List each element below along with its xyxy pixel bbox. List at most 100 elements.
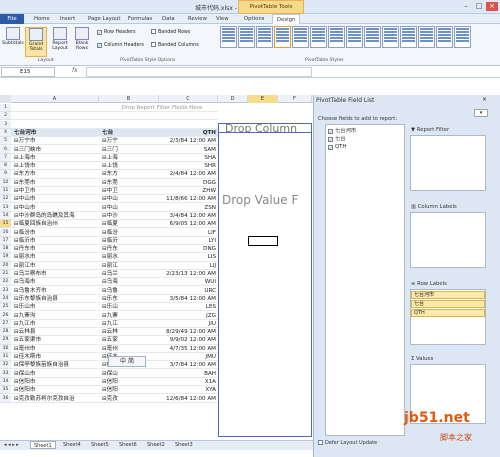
pivot-cell-b[interactable]: ⊟中山 xyxy=(99,195,159,204)
row-header[interactable]: 9 xyxy=(0,170,11,179)
row-header[interactable]: 17 xyxy=(0,236,11,245)
column-header-b[interactable]: B xyxy=(99,95,159,103)
pivot-cell-b[interactable]: ⊟丹东 xyxy=(99,245,159,254)
row-header[interactable]: 3 xyxy=(0,120,11,129)
report-layout-button[interactable]: Report Layout xyxy=(49,27,71,57)
pivot-cell-a[interactable]: ⊟中卫市 xyxy=(11,187,99,196)
tab-design[interactable]: Design xyxy=(272,14,301,24)
pivot-cell-b[interactable]: ⊟九江 xyxy=(99,320,159,328)
pivot-cell-c[interactable]: X1A xyxy=(159,378,218,387)
pivot-cell-a[interactable]: ⊟临沂市 xyxy=(11,237,99,245)
pivot-cell-b[interactable]: ⊟乐山 xyxy=(99,303,159,312)
tab-review[interactable]: Review xyxy=(188,14,207,24)
row-header[interactable]: 24 xyxy=(0,294,11,304)
row-header[interactable]: 4 xyxy=(0,128,11,138)
pivot-cell-b[interactable]: ⊟上海 xyxy=(99,154,159,162)
column-header-e[interactable]: E xyxy=(248,95,278,103)
pivot-cell-c[interactable]: 11/8/66 12:00 AM xyxy=(159,195,218,204)
pivot-cell-a[interactable]: ⊟丽江市 xyxy=(11,262,99,270)
row-header[interactable]: 30 xyxy=(0,344,11,353)
sheet-tab-sheet5[interactable]: Sheet5 xyxy=(88,441,112,449)
pivot-cell-b[interactable]: ⊟万宁 xyxy=(99,137,159,146)
pivot-cell-a[interactable]: ⊟九寨沟 xyxy=(11,312,99,320)
row-header[interactable]: 22 xyxy=(0,278,11,287)
sheet-tab-sheet4[interactable]: Sheet4 xyxy=(60,441,84,449)
pivot-cell-b[interactable]: ⊟信阳 xyxy=(99,378,159,387)
pivot-cell-c[interactable] xyxy=(159,112,218,121)
pivot-cell-c[interactable]: WUI xyxy=(159,278,218,287)
row-header[interactable]: 20 xyxy=(0,261,11,270)
sheet-tab-sheet2[interactable]: Sheet2 xyxy=(144,441,168,449)
row-header[interactable]: 35 xyxy=(0,386,11,395)
style-thumbnail[interactable] xyxy=(220,26,237,48)
pivot-cell-c[interactable]: DNG xyxy=(159,245,218,254)
row-field-chip[interactable]: QTH xyxy=(411,309,485,317)
row-header[interactable]: 26 xyxy=(0,311,11,320)
column-labels-area[interactable] xyxy=(410,212,486,268)
row-header[interactable]: 6 xyxy=(0,145,11,154)
row-header[interactable]: 2 xyxy=(0,112,11,121)
name-box[interactable]: E15 xyxy=(1,67,55,77)
pivot-cell-c[interactable]: JZG xyxy=(159,312,218,320)
pivot-cell-c[interactable]: LIJ xyxy=(159,262,218,270)
pivot-cell-c[interactable]: 3/4/84 12:00 AM xyxy=(159,212,218,221)
pivot-cell-c[interactable]: 8/29/49 12:00 AM xyxy=(159,328,218,337)
pivot-cell-b[interactable] xyxy=(99,121,159,129)
pivot-cell-a[interactable]: ⊟临汾市 xyxy=(11,229,99,237)
fx-icon[interactable]: fx xyxy=(72,67,78,74)
pivot-cell-c[interactable]: SHR xyxy=(159,162,218,171)
pivot-cell-c[interactable]: JIU xyxy=(159,320,218,328)
pivot-cell-c[interactable]: 9/9/02 12:00 AM xyxy=(159,336,218,345)
pivot-cell-b[interactable]: ⊟东方 xyxy=(99,170,159,179)
pivot-cell-a[interactable]: ⊟东莞市 xyxy=(11,179,99,187)
pivot-cell-b[interactable]: ⊟乐东 xyxy=(99,295,159,304)
row-header[interactable]: 10 xyxy=(0,178,11,187)
pivot-cell-c[interactable]: 2/3/84 12:00 AM xyxy=(159,137,218,146)
pivot-cell-a[interactable]: ⊟中沙群岛的岛礁及其海 xyxy=(11,212,99,221)
row-header[interactable]: 14 xyxy=(0,211,11,221)
pivot-cell-a[interactable]: ⊟万宁市 xyxy=(11,137,99,146)
pivot-cell-a[interactable]: ⊟亳州市 xyxy=(11,345,99,353)
sheet-tab-sheet6[interactable]: Sheet6 xyxy=(116,441,140,449)
pivot-cell-c[interactable]: LIS xyxy=(159,253,218,262)
defer-layout-update-checkbox[interactable]: Defer Layout Update xyxy=(318,440,377,446)
pivot-cell-a[interactable]: ⊟乐山市 xyxy=(11,303,99,312)
pivot-cell-a[interactable]: ⊟乌兰察布市 xyxy=(11,270,99,279)
pivot-cell-b[interactable]: ⊟保山 xyxy=(99,370,159,378)
pivot-cell-c[interactable]: LYI xyxy=(159,237,218,245)
banded-rows-checkbox[interactable]: Banded Rows xyxy=(151,29,190,37)
row-header[interactable]: 18 xyxy=(0,245,11,254)
tab-data[interactable]: Data xyxy=(162,14,175,24)
pivot-cell-a[interactable]: ⊟云林县 xyxy=(11,328,99,337)
pivot-cell-b[interactable]: ⊟克孜 xyxy=(99,395,159,403)
pivot-cell-a[interactable]: ⊟佳木斯市 xyxy=(11,353,99,362)
pivot-cell-c[interactable]: 4/7/35 12:00 AM xyxy=(159,345,218,353)
pivot-cell-c[interactable]: ZSN xyxy=(159,204,218,212)
pivot-cell-c[interactable]: 12/6/84 12:00 AM xyxy=(159,395,218,403)
pivot-cell-a[interactable]: ⊟信阳市 xyxy=(11,386,99,395)
style-thumbnail[interactable] xyxy=(418,26,435,48)
style-thumbnail[interactable] xyxy=(256,26,273,48)
row-header[interactable]: 25 xyxy=(0,303,11,312)
column-header-a[interactable]: A xyxy=(11,95,99,103)
pivot-cell-c[interactable]: XYA xyxy=(159,386,218,395)
formula-input[interactable] xyxy=(86,67,312,77)
column-header-c[interactable]: C xyxy=(159,95,218,103)
pivot-cell-a[interactable]: ⊟五家渠市 xyxy=(11,336,99,345)
column-header-f[interactable]: F xyxy=(278,95,312,103)
style-thumbnail[interactable] xyxy=(400,26,417,48)
close-icon[interactable]: × xyxy=(482,96,487,103)
banded-columns-checkbox[interactable]: Banded Columns xyxy=(151,42,199,50)
style-thumbnail[interactable] xyxy=(454,26,471,48)
pivot-cell-b[interactable]: ⊟亳州 xyxy=(99,345,159,353)
pivot-cell-a[interactable]: ⊟丹东市 xyxy=(11,245,99,254)
pivot-cell-a[interactable]: ⊟上饶市 xyxy=(11,162,99,171)
tab-home[interactable]: Home xyxy=(34,14,50,24)
pivot-cell-b[interactable]: ⊟乌兰 xyxy=(99,270,159,279)
row-header[interactable]: 21 xyxy=(0,270,11,279)
report-filter-area[interactable] xyxy=(410,135,486,191)
minimize-button[interactable]: – xyxy=(460,2,472,11)
row-header[interactable]: 36 xyxy=(0,394,11,403)
pivot-cell-b[interactable]: ⊟信阳 xyxy=(99,386,159,395)
pivot-cell-b[interactable]: ⊟丽江 xyxy=(99,262,159,270)
